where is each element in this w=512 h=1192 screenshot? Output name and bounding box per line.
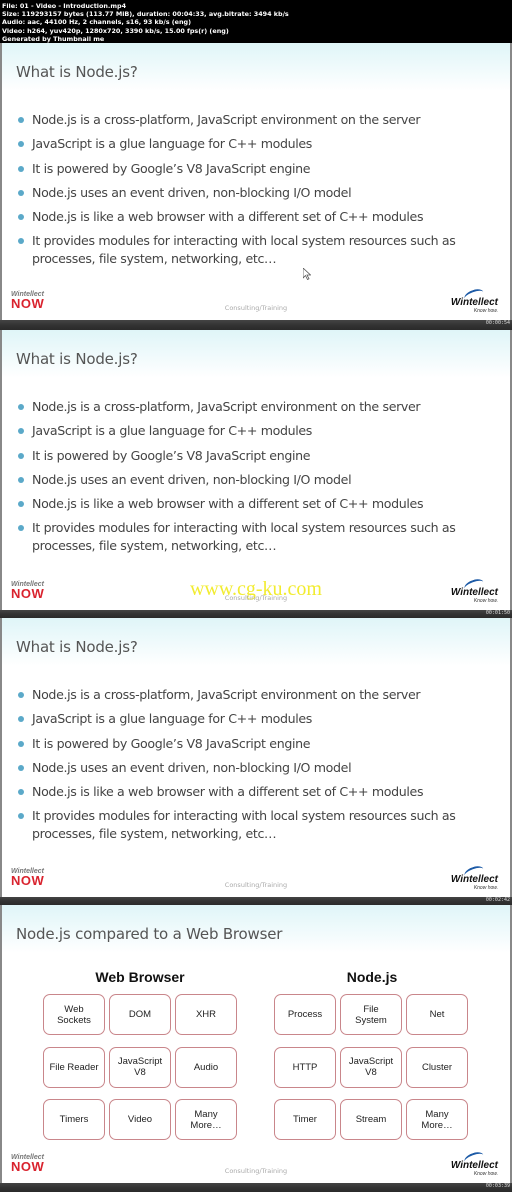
bullet-dot-icon: [18, 476, 24, 483]
bullet-item: Node.js is a cross-platform, JavaScript …: [16, 686, 496, 704]
bullet-dot-icon: [18, 214, 24, 221]
bullet-dot-icon: [18, 404, 24, 410]
timestamp-bar: 00:02:42: [0, 897, 512, 905]
bullet-dot-icon: [18, 813, 24, 820]
bullet-item: Node.js is a cross-platform, JavaScript …: [16, 398, 496, 416]
slide-thumbnail-3: What is Node.js? Node.js is a cross-plat…: [0, 618, 512, 897]
wintellect-logo: Wintellect Know how.: [451, 286, 498, 314]
bullet-dot-icon: [18, 501, 24, 508]
bullet-dot-icon: [18, 141, 24, 148]
module-box: Web Sockets: [43, 994, 105, 1035]
module-box: XHR: [175, 994, 237, 1035]
file-line: File: 01 - Video - Introduction.mp4: [2, 2, 127, 10]
nodejs-module-grid: Process File System Net HTTP JavaScript …: [274, 994, 468, 1140]
module-box: Audio: [175, 1046, 237, 1088]
bullet-dot-icon: [18, 789, 24, 796]
bullet-item: Node.js uses an event driven, non-blocki…: [16, 184, 496, 202]
module-box: File Reader: [43, 1046, 105, 1088]
bullet-list: Node.js is a cross-platform, JavaScript …: [16, 398, 496, 562]
wintellect-logo: Wintellect Know how.: [451, 1149, 498, 1177]
bullet-item: JavaScript is a glue language for C++ mo…: [16, 422, 496, 440]
slide-title: Node.js compared to a Web Browser: [16, 925, 283, 943]
module-box: JavaScript V8: [340, 1046, 402, 1088]
slide-title: What is Node.js?: [16, 63, 138, 81]
module-box: DOM: [109, 994, 171, 1035]
timestamp: 00:02:42: [485, 897, 510, 903]
bullet-item: It provides modules for interacting with…: [16, 232, 487, 268]
bullet-list: Node.js is a cross-platform, JavaScript …: [16, 686, 496, 850]
module-box: Many More…: [406, 1099, 468, 1140]
timestamp: 00:01:50: [485, 610, 510, 616]
bullet-dot-icon: [18, 165, 24, 172]
footer-tagline: Consulting/Training: [224, 304, 288, 312]
bullet-dot-icon: [18, 525, 24, 532]
slide-thumbnail-1: What is Node.js? Node.js is a cross-plat…: [0, 43, 512, 320]
module-box: Timers: [43, 1099, 105, 1140]
bullet-item: It is powered by Google’s V8 JavaScript …: [16, 160, 496, 178]
footer-tagline: Consulting/Training: [224, 594, 288, 602]
footer-tagline: Consulting/Training: [224, 881, 288, 889]
bullet-item: Node.js uses an event driven, non-blocki…: [16, 759, 496, 777]
bullet-item: It is powered by Google’s V8 JavaScript …: [16, 447, 496, 465]
module-box: Many More…: [175, 1099, 237, 1140]
timestamp-bar: 00:01:50: [0, 610, 512, 618]
bullet-item: Node.js is like a web browser with a dif…: [16, 208, 496, 226]
bullet-dot-icon: [18, 117, 24, 123]
size-line: Size: 119293157 bytes (113.77 MiB), dura…: [2, 10, 289, 19]
bullet-item: It is powered by Google’s V8 JavaScript …: [16, 735, 496, 753]
bullet-item: JavaScript is a glue language for C++ mo…: [16, 710, 496, 728]
generator-line: Generated by Thumbnail me: [2, 34, 105, 43]
footer-tagline: Consulting/Training: [224, 1167, 288, 1175]
bullet-dot-icon: [18, 428, 24, 435]
bullet-dot-icon: [18, 238, 24, 245]
module-box: Timer: [274, 1099, 336, 1140]
module-box: Video: [109, 1099, 171, 1140]
bullet-dot-icon: [18, 740, 24, 747]
module-box: Cluster: [406, 1046, 468, 1088]
bullet-item: Node.js uses an event driven, non-blocki…: [16, 471, 496, 489]
bullet-item: Node.js is a cross-platform, JavaScript …: [16, 111, 496, 129]
bullet-dot-icon: [18, 189, 24, 196]
bullet-dot-icon: [18, 452, 24, 459]
module-box: HTTP: [274, 1046, 336, 1088]
module-box: File System: [340, 994, 402, 1035]
slide-title: What is Node.js?: [16, 638, 138, 656]
slide-thumbnail-4: Node.js compared to a Web Browser Web Br…: [0, 905, 512, 1183]
wintellect-logo: Wintellect Know how.: [451, 576, 498, 604]
wintellect-logo: Wintellect Know how.: [451, 863, 498, 891]
nodejs-heading: Node.js: [346, 969, 398, 985]
bullet-item: It provides modules for interacting with…: [16, 519, 487, 555]
web-browser-heading: Web Browser: [95, 969, 185, 985]
module-box: Stream: [340, 1099, 402, 1140]
module-box: Process: [274, 994, 336, 1035]
web-browser-module-grid: Web Sockets DOM XHR File Reader JavaScri…: [43, 994, 237, 1140]
slide-thumbnail-2: What is Node.js? Node.js is a cross-plat…: [0, 330, 512, 610]
slide-title: What is Node.js?: [16, 350, 138, 368]
bullet-list: Node.js is a cross-platform, JavaScript …: [16, 111, 496, 275]
mouse-cursor-icon: [302, 265, 312, 281]
module-box: Net: [406, 994, 468, 1035]
bullet-dot-icon: [18, 692, 24, 698]
bullet-item: JavaScript is a glue language for C++ mo…: [16, 135, 496, 153]
timestamp-bar: 00:03:39: [0, 1183, 512, 1192]
bullet-item: Node.js is like a web browser with a dif…: [16, 495, 496, 513]
timestamp: 00:03:39: [485, 1183, 510, 1189]
bullet-dot-icon: [18, 764, 24, 771]
bullet-item: Node.js is like a web browser with a dif…: [16, 783, 496, 801]
timestamp-bar: 00:00:54: [0, 320, 512, 330]
module-box: JavaScript V8: [109, 1046, 171, 1088]
video-line: Video: h264, yuv420p, 1280x720, 3390 kb/…: [2, 26, 229, 35]
bullet-item: It provides modules for interacting with…: [16, 807, 487, 843]
timestamp: 00:00:54: [485, 320, 510, 326]
audio-line: Audio: aac, 44100 Hz, 2 channels, s16, 9…: [2, 18, 192, 27]
file-info-header: File: 01 - Video - Introduction.mp4 Size…: [0, 0, 512, 43]
bullet-dot-icon: [18, 716, 24, 723]
